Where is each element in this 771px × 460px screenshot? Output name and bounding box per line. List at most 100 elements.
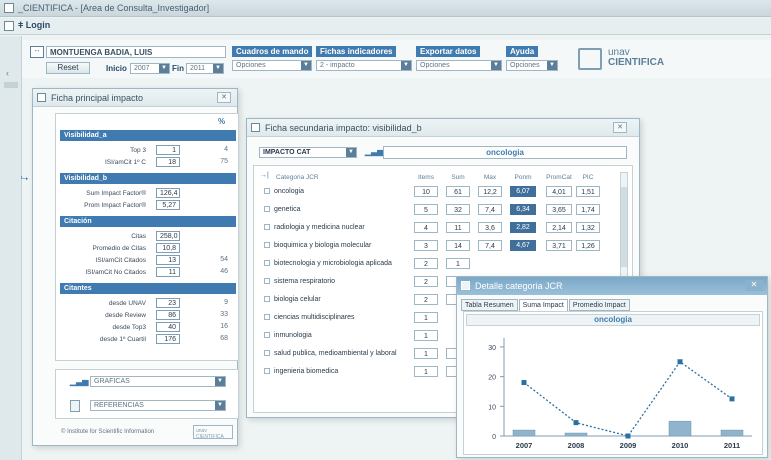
indicator-label: desde Top3 <box>112 324 147 331</box>
tab-0[interactable]: Tabla Resumen <box>461 299 518 311</box>
category-name[interactable]: inmunologia <box>274 330 410 341</box>
ficha-principal-window: Ficha principal impacto ✕ % Visibilidad_… <box>21 88 239 446</box>
chevron-down-icon: ▼ <box>215 401 225 410</box>
row-checkbox[interactable] <box>264 368 270 374</box>
row-checkbox[interactable] <box>264 278 270 284</box>
app-icon <box>4 3 14 13</box>
category-name[interactable]: ciencias multidisciplinares <box>274 312 410 323</box>
graficas-select[interactable]: GRAFICAS ▼ <box>90 376 226 387</box>
link-arrow-icon[interactable]: ⮡ <box>21 173 28 184</box>
chevron-down-icon: ▼ <box>401 61 411 70</box>
user-icon[interactable]: ↔ <box>30 46 44 58</box>
data-point <box>521 380 527 386</box>
inicio-select[interactable]: 2007 ▼ <box>130 63 170 74</box>
cell-promcat: 4,01 <box>546 186 572 197</box>
detalle-titlebar[interactable]: Detalle categoria JCR ✕ <box>457 277 767 295</box>
fin-select[interactable]: 2011 ▼ <box>186 63 224 74</box>
fichas-value: 2 - impacto <box>320 62 355 69</box>
referencias-select[interactable]: REFERENCIAS ▼ <box>90 400 226 411</box>
menu-app-icon[interactable] <box>4 21 14 31</box>
category-name[interactable]: genetica <box>274 204 410 215</box>
tab-2[interactable]: Promedio Impact <box>568 299 630 311</box>
cell-max: 7,4 <box>478 204 502 215</box>
close-icon[interactable]: ✕ <box>745 280 763 291</box>
reset-button[interactable]: Reset <box>46 62 90 74</box>
data-point <box>625 433 631 439</box>
category-name[interactable]: ingenieria biomedica <box>274 366 410 377</box>
section-header-2: Citación <box>60 216 236 227</box>
ficha-secundaria-titlebar[interactable]: Ficha secundaria impacto: visibilidad_b … <box>247 119 639 137</box>
user-field[interactable]: MONTUENGA BADIA, LUIS <box>46 46 226 58</box>
ayuda-value: Opciones <box>510 62 540 69</box>
row-checkbox[interactable] <box>264 296 270 302</box>
exportar-value: Opciones <box>420 62 450 69</box>
tab-1[interactable]: Suma Impact <box>518 299 568 311</box>
grip-icon[interactable] <box>4 82 18 88</box>
cell-items: 4 <box>414 222 438 233</box>
category-name[interactable]: biotecnologia y microbiologia aplicada <box>274 258 410 269</box>
row-checkbox[interactable] <box>264 188 270 194</box>
category-name[interactable]: radiologia y medicina nuclear <box>274 222 410 233</box>
cell-items: 2 <box>414 276 438 287</box>
category-name[interactable]: salud publica, medioambiental y laboral <box>274 348 410 359</box>
column-header: Ponm <box>514 174 532 181</box>
row-checkbox[interactable] <box>264 242 270 248</box>
category-name[interactable]: bioquimica y biologia molecular <box>274 240 410 251</box>
row-checkbox[interactable] <box>264 260 270 266</box>
detalle-window: Detalle categoria JCR ✕ Tabla Resumen Sum… <box>456 276 768 458</box>
graficas-value: GRAFICAS <box>94 378 130 385</box>
tab-bar: Tabla Resumen Suma Impact Promedio Impact <box>461 299 630 311</box>
cuadros-select[interactable]: Opciones ▼ <box>232 60 312 71</box>
column-header: Categoria JCR <box>276 174 319 181</box>
actions-box: ▁▃▅ GRAFICAS ▼ REFERENCIAS ▼ <box>55 369 239 419</box>
login-menu[interactable]: ǂ Login <box>18 20 50 30</box>
pin-icon: ǂ <box>18 20 26 30</box>
inicio-value: 2007 <box>134 65 150 72</box>
close-icon[interactable]: ✕ <box>613 122 627 133</box>
indicator-value: 13 <box>156 255 180 265</box>
indicator-label: desde UNAV <box>108 300 146 307</box>
close-icon[interactable]: ✕ <box>217 92 231 103</box>
row-checkbox[interactable] <box>264 332 270 338</box>
category-name[interactable]: sistema respiratorio <box>274 276 410 287</box>
category-name[interactable]: biologia celular <box>274 294 410 305</box>
scrollbar-thumb[interactable] <box>621 187 627 267</box>
y-tick-label: 10 <box>488 404 496 411</box>
ayuda-select[interactable]: Opciones ▼ <box>506 60 558 71</box>
cell-promcat: 2,14 <box>546 222 572 233</box>
cell-max: 7,4 <box>478 240 502 251</box>
cell-ponm: 6,07 <box>510 186 536 197</box>
data-point <box>677 359 683 365</box>
exportar-select[interactable]: Opciones ▼ <box>416 60 502 71</box>
indicator-value: 176 <box>156 334 180 344</box>
row-checkbox[interactable] <box>264 206 270 212</box>
cell-items: 2 <box>414 294 438 305</box>
category-name[interactable]: oncologia <box>274 186 410 197</box>
ficha-principal-titlebar[interactable]: Ficha principal impacto ✕ <box>33 89 237 107</box>
inicio-label: Inicio <box>106 64 127 73</box>
window-title: _CIENTIFICA - [Area de Consulta_Investig… <box>18 3 210 13</box>
fichas-select[interactable]: 2 - impacto ▼ <box>316 60 412 71</box>
row-checkbox[interactable] <box>264 224 270 230</box>
cell-items: 2 <box>414 258 438 269</box>
impacto-cat-select[interactable]: IMPACTO CAT ▼ <box>259 147 357 158</box>
indicator-label: Promedio de Citas <box>92 245 146 252</box>
indicator-pct: 33 <box>220 311 228 318</box>
indicator-label: ISI/amCit 1º C <box>104 159 146 166</box>
row-checkbox[interactable] <box>264 314 270 320</box>
chart-area: oncologia 0 10 20 30 2007 2008 2009 2010 2011 <box>463 311 763 455</box>
cuadros-value: Opciones <box>236 62 266 69</box>
indicator-value: 5,27 <box>156 200 180 210</box>
cell-pic: 1,51 <box>576 186 600 197</box>
expand-icon[interactable]: →| <box>260 172 269 179</box>
indicator-pct: 16 <box>220 323 228 330</box>
data-point <box>729 396 735 402</box>
collapse-icon[interactable]: ‹ <box>6 68 9 78</box>
indicator-value: 86 <box>156 310 180 320</box>
chevron-down-icon: ▼ <box>491 61 501 70</box>
indicator-label: desde Review <box>105 312 146 319</box>
row-checkbox[interactable] <box>264 350 270 356</box>
chart-icon[interactable]: ▁▃▅ <box>365 147 383 156</box>
logo-line2: CIENTIFICA <box>608 57 665 68</box>
x-tick-label: 2008 <box>568 441 585 450</box>
